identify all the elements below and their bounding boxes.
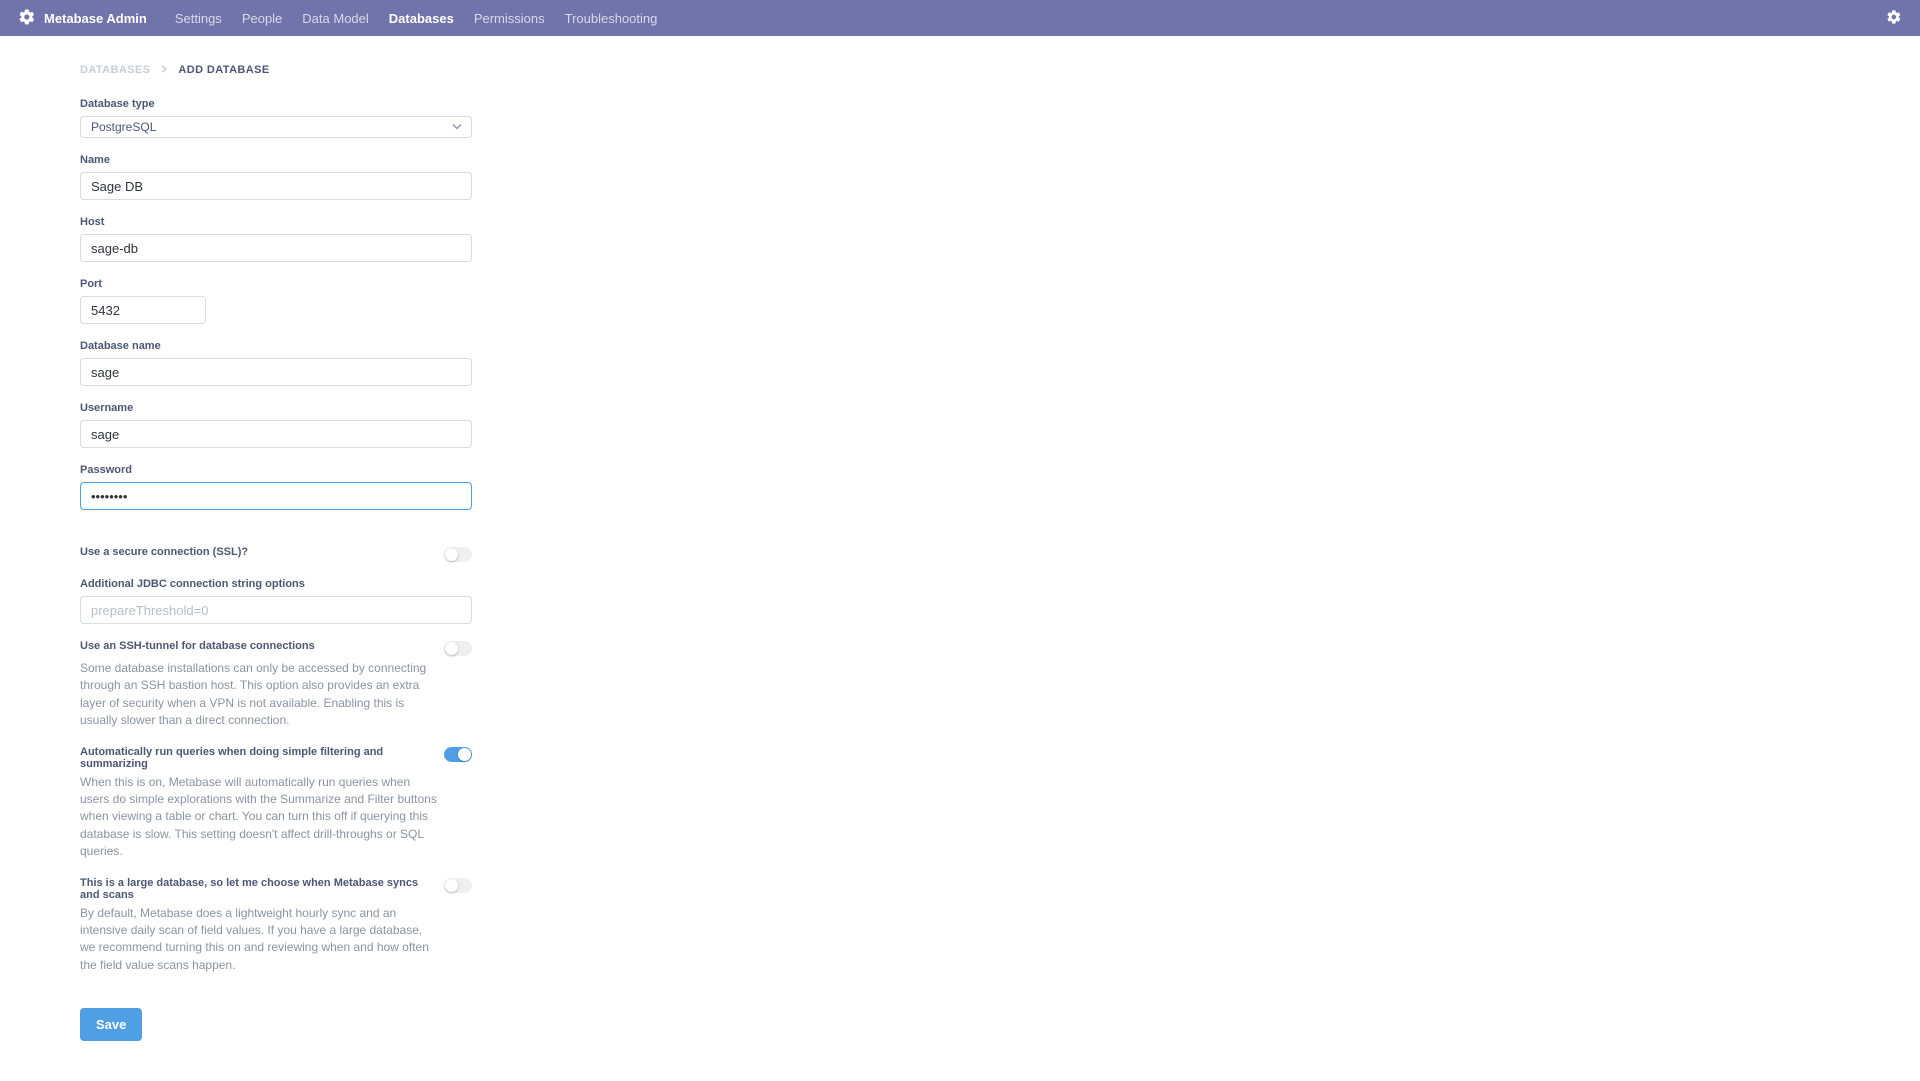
autorun-description: When this is on, Metabase will automatic…	[80, 774, 440, 861]
name-label: Name	[80, 154, 680, 166]
breadcrumb-current: ADD DATABASE	[178, 64, 269, 76]
large-db-description: By default, Metabase does a lightweight …	[80, 905, 440, 975]
nav-data-model[interactable]: Data Model	[302, 11, 368, 26]
brand-title: Metabase Admin	[44, 11, 147, 26]
ssh-toggle[interactable]	[444, 641, 472, 656]
ssh-label: Use an SSH-tunnel for database connectio…	[80, 640, 432, 652]
host-label: Host	[80, 216, 680, 228]
settings-gear-button[interactable]	[1886, 9, 1902, 28]
ssh-description: Some database installations can only be …	[80, 660, 440, 730]
nav-settings[interactable]: Settings	[175, 11, 222, 26]
ssl-toggle[interactable]	[444, 547, 472, 562]
chevron-right-icon	[160, 64, 168, 76]
large-db-label: This is a large database, so let me choo…	[80, 877, 432, 901]
db-type-select[interactable]	[80, 116, 472, 138]
autorun-label: Automatically run queries when doing sim…	[80, 746, 432, 770]
host-input[interactable]	[80, 234, 472, 262]
breadcrumb: DATABASES ADD DATABASE	[80, 64, 680, 76]
admin-nav: Settings People Data Model Databases Per…	[175, 11, 658, 26]
db-type-label: Database type	[80, 98, 680, 110]
nav-permissions[interactable]: Permissions	[474, 11, 545, 26]
admin-topbar: Metabase Admin Settings People Data Mode…	[0, 0, 1920, 36]
nav-databases[interactable]: Databases	[389, 11, 454, 26]
name-input[interactable]	[80, 172, 472, 200]
username-label: Username	[80, 402, 680, 414]
password-input[interactable]	[80, 482, 472, 510]
port-input[interactable]	[80, 296, 206, 324]
username-input[interactable]	[80, 420, 472, 448]
brand[interactable]: Metabase Admin	[18, 8, 147, 29]
autorun-toggle[interactable]	[444, 747, 472, 762]
dbname-input[interactable]	[80, 358, 472, 386]
nav-troubleshooting[interactable]: Troubleshooting	[565, 11, 658, 26]
add-database-page: DATABASES ADD DATABASE Database type Nam…	[80, 36, 680, 1081]
large-db-toggle[interactable]	[444, 878, 472, 893]
port-label: Port	[80, 278, 680, 290]
gear-icon	[1886, 9, 1902, 28]
password-label: Password	[80, 464, 680, 476]
breadcrumb-databases-link[interactable]: DATABASES	[80, 64, 150, 76]
ssl-label: Use a secure connection (SSL)?	[80, 546, 248, 558]
jdbc-input[interactable]	[80, 596, 472, 624]
nav-people[interactable]: People	[242, 11, 282, 26]
dbname-label: Database name	[80, 340, 680, 352]
jdbc-label: Additional JDBC connection string option…	[80, 578, 680, 590]
save-button[interactable]: Save	[80, 1008, 142, 1041]
gear-logo-icon	[18, 8, 36, 29]
